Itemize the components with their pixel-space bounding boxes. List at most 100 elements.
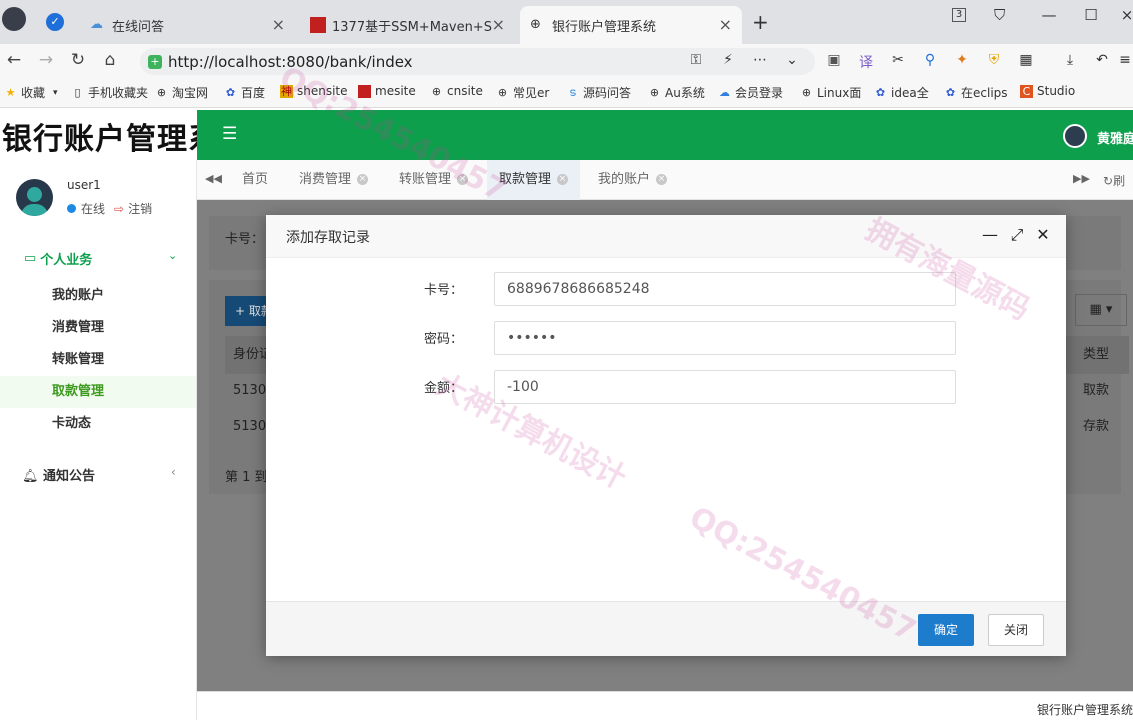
bookmark-item[interactable]: 神 shensite [280, 84, 348, 98]
page-tab-bar: ◀◀ 首页 消费管理 × 转账管理 × 取款管理 × 我的账户 × ▶▶ ↻刷 [197, 160, 1133, 200]
dialog-footer: 确定 关闭 [266, 601, 1066, 656]
bookmark-item[interactable]: C Studio [1020, 84, 1075, 98]
chevron-down-icon[interactable]: ⌄ [168, 249, 177, 262]
more-icon[interactable]: ⋯ [750, 52, 770, 70]
close-icon[interactable]: × [557, 174, 569, 185]
tabs-scroll-right-icon[interactable]: ▶▶ [1073, 172, 1090, 185]
back-icon[interactable]: ← [2, 50, 26, 72]
reload-icon[interactable]: ↻ [66, 50, 90, 72]
refresh-button[interactable]: ↻刷 [1103, 172, 1125, 189]
maximize-button[interactable]: ☐ [1076, 6, 1106, 28]
chevron-left-icon[interactable]: ‹ [171, 465, 176, 479]
maximize-icon[interactable]: ⤢ [1008, 226, 1026, 244]
columns-toggle-button[interactable]: ▦ ▾ [1075, 294, 1127, 326]
browser-tab-1[interactable]: ☁ 在线问答 × [80, 6, 295, 44]
sidebar: user1 在线 ⇨ 注销 ▭ 个人业务 ⌄ 我的账户 消费管理 转账管理 取款… [0, 160, 197, 720]
close-button[interactable]: 关闭 [988, 614, 1044, 646]
sidebar-item-withdraw[interactable]: 取款管理 [0, 376, 196, 408]
logout-link[interactable]: 注销 [128, 200, 152, 217]
scissors-icon[interactable]: ✂ [888, 52, 908, 70]
chevron-down-icon[interactable]: ⌄ [782, 52, 802, 70]
reader-icon[interactable]: ▣ [824, 52, 844, 70]
shield-icon[interactable]: ⛨ [984, 52, 1004, 70]
dialog-title: 添加存取记录 [286, 230, 370, 246]
close-icon[interactable]: × [457, 174, 469, 185]
close-icon[interactable]: ✕ [1034, 226, 1052, 244]
online-dot-icon [67, 204, 76, 213]
amount-field[interactable]: -100 [494, 370, 956, 404]
tab-home[interactable]: 首页 [230, 160, 280, 200]
close-icon[interactable]: × [719, 15, 732, 34]
chevron-down-icon: ▾ [53, 87, 58, 98]
bookmark-item[interactable]: ★ 收藏 ▾ [4, 84, 58, 101]
header-username[interactable]: 黄雅庭 [1097, 128, 1133, 147]
cloud-icon: ☁ [719, 86, 730, 99]
browser-tab-3[interactable]: ⊕ 银行账户管理系统 × [520, 6, 742, 44]
bookmark-item[interactable]: ⊕ Linux面 [800, 84, 861, 101]
profile-avatar[interactable] [2, 7, 26, 31]
sidebar-section-notice[interactable]: 🔔︎ 通知公告 [22, 465, 95, 484]
confirm-button[interactable]: 确定 [918, 614, 974, 646]
bookmark-item[interactable]: ☁ 会员登录 [718, 84, 783, 101]
browser-check-icon[interactable]: ✓ [46, 13, 64, 31]
tabs-scroll-left-icon[interactable]: ◀◀ [205, 172, 222, 185]
download-icon[interactable]: ⤓ [1060, 52, 1080, 70]
bookmark-item[interactable]: ✿ 在eclips [944, 84, 1008, 101]
close-icon[interactable]: × [272, 15, 285, 34]
footer: 银行账户管理系统 [197, 691, 1133, 720]
key-icon[interactable]: ⚿ [686, 52, 706, 70]
tab-consumption[interactable]: 消费管理 × [287, 160, 380, 200]
sidebar-item-card-activity[interactable]: 卡动态 [0, 408, 196, 440]
home-icon[interactable]: ⌂ [98, 50, 122, 72]
tab-transfer[interactable]: 转账管理 × [387, 160, 480, 200]
card-icon: ▭ [24, 251, 37, 266]
avatar[interactable] [1063, 124, 1087, 148]
bookmark-item[interactable]: ⊕ 常见er [496, 84, 549, 101]
bookmark-item[interactable]: ▯ 手机收藏夹 [71, 84, 148, 101]
undo-icon[interactable]: ↶ [1092, 52, 1112, 70]
lightning-icon[interactable]: ⚡ [718, 52, 738, 70]
tab-withdraw[interactable]: 取款管理 × [487, 160, 581, 200]
tab-count-badge[interactable]: 3 [952, 8, 966, 22]
bookmark-item[interactable]: ⊕ cnsite [430, 84, 483, 98]
search-card-label: 卡号： [225, 232, 265, 247]
bookmark-item[interactable]: ⊕ 淘宝网 [155, 84, 208, 101]
forward-icon[interactable]: → [34, 50, 58, 72]
card-number-field[interactable]: 6889678686685248 [494, 272, 956, 306]
swirl-icon: ട [569, 86, 576, 99]
sidebar-item-transfer[interactable]: 转账管理 [0, 344, 196, 376]
minimize-button[interactable]: — [1034, 6, 1064, 28]
bookmark-item[interactable]: mesite [358, 84, 416, 98]
sidebar-item-my-account[interactable]: 我的账户 [0, 280, 196, 312]
notice-label: 通知公告 [43, 469, 96, 484]
sidebar-item-consumption[interactable]: 消费管理 [0, 312, 196, 344]
magnifier-icon[interactable]: ⚲ [920, 52, 940, 70]
bookmark-item[interactable]: ട 源码问答 [566, 84, 631, 101]
bookmark-item[interactable]: ✿ idea全 [874, 84, 929, 101]
refresh-icon: ↻ [1103, 174, 1114, 188]
hamburger-icon[interactable]: ☰ [222, 124, 237, 144]
status-label: 在线 [81, 202, 106, 216]
shirt-icon[interactable]: ⛉ [994, 6, 1005, 24]
translate-icon[interactable]: 译 [856, 52, 876, 71]
minimize-icon[interactable]: — [981, 226, 999, 244]
game-icon[interactable]: ✦ [952, 52, 972, 70]
browser-tab-3-label: 银行账户管理系统 [552, 19, 657, 35]
bookmark-item[interactable]: ✿ 百度 [224, 84, 265, 101]
tab-my-account[interactable]: 我的账户 × [586, 160, 679, 200]
secure-shield-icon: + [148, 54, 162, 69]
close-icon[interactable]: × [357, 174, 369, 185]
menu-icon[interactable]: ≡ [1118, 52, 1132, 70]
window-close-button[interactable]: × [1112, 6, 1133, 28]
password-field[interactable]: •••••• [494, 321, 956, 355]
close-icon[interactable]: × [492, 15, 505, 34]
apps-grid-icon[interactable]: ▦ [1016, 52, 1036, 70]
address-input[interactable]: + http://localhost:8080/bank/index [140, 48, 815, 75]
close-icon[interactable]: × [656, 174, 668, 185]
bookmark-item[interactable]: ⊕ Au系统 [648, 84, 705, 101]
browser-tab-2[interactable]: 1377基于SSM+Maven+Shiro × [300, 6, 515, 44]
site-icon [358, 84, 371, 98]
bell-icon: 🔔︎ [22, 469, 39, 484]
new-tab-button[interactable]: + [752, 10, 769, 34]
sidebar-section-personal[interactable]: ▭ 个人业务 [24, 249, 92, 268]
